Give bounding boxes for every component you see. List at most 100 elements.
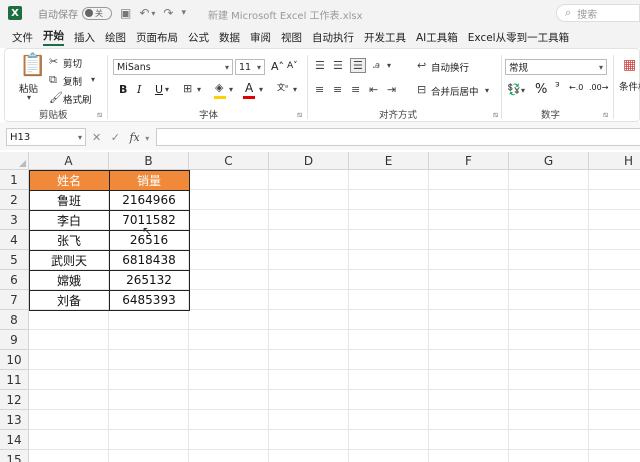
clipboard-launcher-icon[interactable]: ⧅ (97, 110, 102, 120)
select-all-corner[interactable] (0, 152, 29, 170)
table-cell[interactable]: 嫦娥 (29, 270, 109, 290)
row-header-7[interactable]: 7 (0, 290, 29, 310)
align-bottom-icon[interactable]: ☰ (350, 58, 366, 73)
accounting-dropdown-icon[interactable]: ▾ (521, 86, 525, 95)
row-header-9[interactable]: 9 (0, 330, 29, 350)
font-name-select[interactable]: MiSans ▾ (113, 59, 233, 75)
search-box[interactable]: ⌕ 搜索 (556, 4, 640, 22)
cancel-icon[interactable]: ✕ (92, 131, 101, 144)
comma-style-button[interactable]: ᵌ (555, 79, 560, 95)
tab-0[interactable]: 文件 (12, 30, 33, 45)
row-header-4[interactable]: 4 (0, 230, 29, 250)
wrap-text-button[interactable]: 自动换行 (431, 60, 469, 74)
percent-style-button[interactable]: % (535, 82, 547, 97)
wrap-text-icon[interactable]: ↩ (417, 59, 426, 72)
row-header-3[interactable]: 3 (0, 210, 29, 230)
align-center-icon[interactable]: ≡ (333, 83, 342, 96)
row-header-6[interactable]: 6 (0, 270, 29, 290)
row-header-13[interactable]: 13 (0, 410, 29, 430)
column-header-h[interactable]: H (589, 152, 640, 170)
tab-5[interactable]: 公式 (188, 30, 209, 45)
orientation-dropdown-icon[interactable]: ▾ (387, 61, 391, 70)
row-header-5[interactable]: 5 (0, 250, 29, 270)
column-header-g[interactable]: G (509, 152, 589, 170)
row-header-1[interactable]: 1 (0, 170, 29, 190)
undo-icon[interactable]: ↶ (139, 6, 149, 20)
phonetic-guide-icon[interactable]: 文ᵃ (277, 82, 288, 93)
tab-1[interactable]: 开始 (43, 28, 64, 46)
tab-10[interactable]: 开发工具 (364, 30, 406, 45)
merge-center-icon[interactable]: ⊟ (417, 83, 426, 96)
merge-dropdown-icon[interactable]: ▾ (485, 86, 489, 95)
cut-icon[interactable]: ✂ (49, 55, 58, 68)
tab-2[interactable]: 插入 (74, 30, 95, 45)
row-header-11[interactable]: 11 (0, 370, 29, 390)
table-header-cell[interactable]: 姓名 (29, 170, 109, 190)
increase-indent-icon[interactable]: ⇥ (387, 83, 396, 96)
number-launcher-icon[interactable]: ⧅ (603, 110, 608, 120)
table-cell[interactable]: 武则天 (29, 250, 109, 270)
redo-icon[interactable]: ↷ (163, 6, 173, 20)
conditional-format-icon[interactable]: ▦ (623, 57, 636, 73)
accounting-format-icon[interactable]: 💱 (507, 83, 521, 96)
customize-toolbar-icon[interactable]: ▾ (181, 8, 186, 18)
table-cell[interactable]: 刘备 (29, 290, 109, 310)
table-cell[interactable]: 265132 (109, 270, 189, 290)
tab-12[interactable]: Excel从零到一工具箱 (468, 30, 569, 45)
table-cell[interactable]: 6818438 (109, 250, 189, 270)
formula-dropdown-icon[interactable]: ▾ (145, 134, 149, 143)
table-cell[interactable]: 鲁班 (29, 190, 109, 210)
tab-9[interactable]: 自动执行 (312, 30, 354, 45)
decrease-indent-icon[interactable]: ⇤ (369, 83, 378, 96)
copy-button[interactable]: 复制 (63, 74, 82, 88)
row-header-8[interactable]: 8 (0, 310, 29, 330)
enter-icon[interactable]: ✓ (111, 131, 120, 144)
row-header-12[interactable]: 12 (0, 390, 29, 410)
increase-decimal-icon[interactable]: ←.0 (569, 83, 583, 92)
fill-color-icon[interactable]: ◈ (215, 81, 223, 94)
merge-center-button[interactable]: 合并后居中 (431, 84, 479, 98)
decrease-font-icon[interactable]: A˅ (287, 61, 298, 71)
tab-6[interactable]: 数据 (219, 30, 240, 45)
increase-font-icon[interactable]: A˄ (271, 60, 284, 73)
tab-11[interactable]: AI工具箱 (416, 30, 458, 45)
copy-icon[interactable]: ⧉ (49, 73, 57, 87)
fill-color-dropdown-icon[interactable]: ▾ (229, 85, 233, 94)
font-launcher-icon[interactable]: ⧅ (297, 110, 302, 120)
conditional-format-button[interactable]: 条件格 (619, 79, 640, 93)
borders-dropdown-icon[interactable]: ▾ (197, 85, 201, 94)
table-cell[interactable]: 张飞 (29, 230, 109, 250)
column-header-d[interactable]: D (269, 152, 349, 170)
copy-dropdown-icon[interactable]: ▾ (91, 75, 95, 84)
undo-dropdown-icon[interactable]: ▾ (151, 9, 155, 18)
italic-button[interactable]: I (137, 83, 141, 96)
cut-button[interactable]: 剪切 (63, 56, 82, 70)
font-size-select[interactable]: 11 ▾ (235, 59, 265, 75)
font-color-icon[interactable]: A (245, 81, 253, 95)
name-box[interactable]: H13 ▾ (6, 128, 86, 146)
underline-dropdown-icon[interactable]: ▾ (165, 85, 169, 94)
align-top-icon[interactable]: ☰ (315, 59, 325, 72)
table-header-cell[interactable]: 销量 (109, 170, 189, 190)
save-icon[interactable]: ▣ (120, 6, 131, 20)
decrease-decimal-icon[interactable]: .00→ (589, 83, 608, 92)
row-header-10[interactable]: 10 (0, 350, 29, 370)
tab-4[interactable]: 页面布局 (136, 30, 178, 45)
alignment-launcher-icon[interactable]: ⧅ (493, 110, 498, 120)
column-header-e[interactable]: E (349, 152, 429, 170)
column-header-f[interactable]: F (429, 152, 509, 170)
align-left-icon[interactable]: ≡ (315, 83, 324, 96)
align-middle-icon[interactable]: ☰ (333, 59, 343, 72)
tab-8[interactable]: 视图 (281, 30, 302, 45)
paste-icon[interactable]: 📋 (19, 53, 46, 78)
table-cell[interactable]: 李白 (29, 210, 109, 230)
bold-button[interactable]: B (119, 83, 127, 96)
worksheet-grid[interactable]: A B C D E F G H 1 2 3 4 5 6 7 8 9 10 11 12 13 14 15 姓名 销量 鲁班 21649… (0, 152, 640, 462)
paste-dropdown-icon[interactable]: ▾ (27, 93, 31, 102)
align-right-icon[interactable]: ≡ (351, 83, 360, 96)
tab-3[interactable]: 绘图 (105, 30, 126, 45)
formula-input[interactable] (156, 128, 640, 146)
row-header-15[interactable]: 15 (0, 450, 29, 462)
format-painter-icon[interactable]: 🖌 (49, 91, 63, 104)
row-header-14[interactable]: 14 (0, 430, 29, 450)
